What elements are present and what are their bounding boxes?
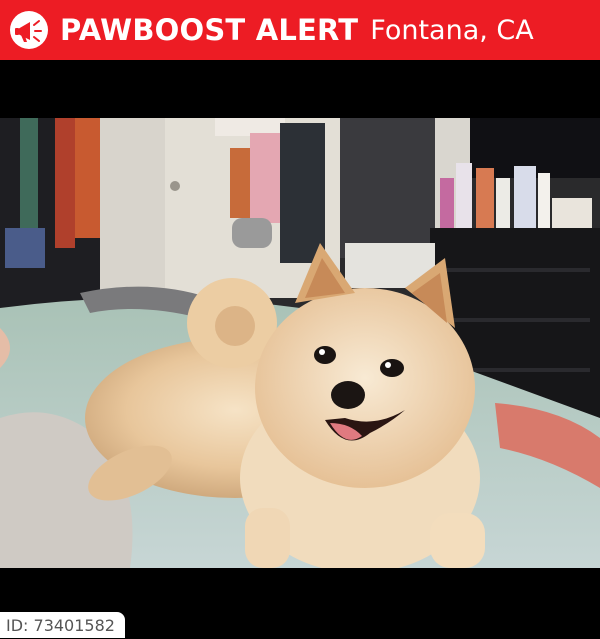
brand-title: PAWBOOST ALERT <box>60 13 359 47</box>
alert-header: PAWBOOST ALERT Fontana, CA <box>0 0 600 60</box>
dog-photo-illustration <box>0 118 600 568</box>
alert-location: Fontana, CA <box>370 14 534 46</box>
pet-photo <box>0 118 600 568</box>
megaphone-icon <box>10 11 48 49</box>
pet-id-label: ID: 73401582 <box>0 612 125 638</box>
